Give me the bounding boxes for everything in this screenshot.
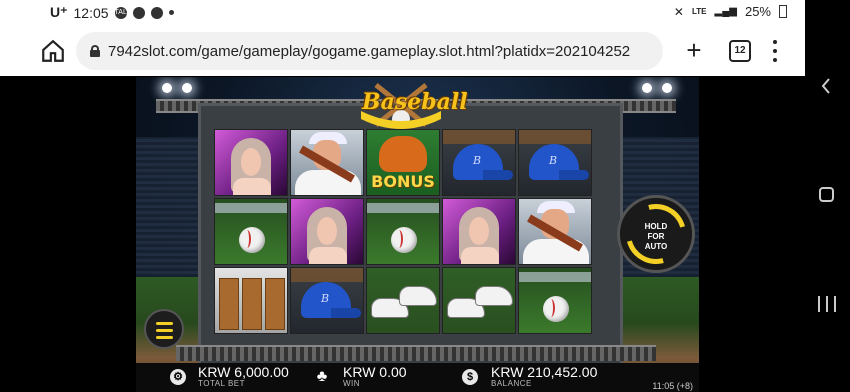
status-time: 12:05 bbox=[73, 4, 109, 21]
reel-symbol-shoes bbox=[442, 267, 516, 334]
game-info-bar: ⚙ KRW 6,000.00 TOTAL BET ♣ KRW 0.00 WIN … bbox=[136, 363, 699, 392]
carrier-label: U⁺ bbox=[50, 4, 68, 20]
hold-for-auto-button[interactable]: HOLD FOR AUTO bbox=[615, 193, 697, 275]
stadium-light bbox=[642, 83, 652, 93]
balance-amount: KRW 210,452.00 bbox=[491, 364, 598, 380]
chat-notification-icon bbox=[150, 6, 163, 19]
status-right: ✕ LTE ▂▄▆ 25% bbox=[674, 4, 787, 19]
win-amount: KRW 0.00 bbox=[343, 364, 407, 380]
frame-bottom-rail bbox=[176, 345, 656, 361]
reel-symbol-player bbox=[518, 198, 592, 265]
reel-symbol-girl bbox=[442, 198, 516, 265]
message-notification-icon bbox=[132, 6, 145, 19]
recent-apps-icon[interactable] bbox=[818, 296, 836, 312]
browser-address-bar: 7942slot.com/game/gameplay/gogame.gamepl… bbox=[0, 26, 805, 76]
reel-symbol-ball bbox=[214, 198, 288, 265]
stadium-light bbox=[662, 83, 672, 93]
total-bet-label: TOTAL BET bbox=[198, 379, 246, 388]
signal-bars-icon: ▂▄▆ bbox=[714, 6, 737, 17]
game-clock: 11:05 (+8) bbox=[652, 381, 693, 391]
chip-icon[interactable]: ⚙ bbox=[170, 369, 186, 385]
reel-symbol-girl bbox=[290, 198, 364, 265]
reel-symbol-locker bbox=[214, 267, 288, 334]
reel-grid[interactable]: BONUS B B B bbox=[214, 129, 613, 339]
more-notifications-icon bbox=[168, 10, 174, 15]
dollar-icon: $ bbox=[462, 369, 478, 385]
balance-label: BALANCE bbox=[491, 379, 532, 388]
reel-symbol-cap: B bbox=[290, 267, 364, 334]
reel-symbol-girl bbox=[214, 129, 288, 196]
reel-symbol-shoes bbox=[366, 267, 440, 334]
total-bet-amount: KRW 6,000.00 bbox=[198, 364, 289, 380]
home-nav-icon[interactable] bbox=[819, 187, 834, 202]
url-field[interactable]: 7942slot.com/game/gameplay/gogame.gamepl… bbox=[76, 32, 663, 70]
url-text: 7942slot.com/game/gameplay/gogame.gamepl… bbox=[108, 42, 631, 60]
reel-symbol-ball bbox=[518, 267, 592, 334]
home-icon[interactable] bbox=[40, 38, 66, 64]
battery-label: 25% bbox=[744, 4, 771, 19]
balance: KRW 210,452.00 BALANCE bbox=[491, 365, 597, 388]
game-menu-button[interactable] bbox=[144, 309, 184, 349]
tabs-icon[interactable]: 12 bbox=[729, 40, 751, 62]
reel-symbol-ball bbox=[366, 198, 440, 265]
total-bet: KRW 6,000.00 TOTAL BET bbox=[198, 365, 289, 388]
win-label: WIN bbox=[343, 379, 361, 388]
back-icon[interactable] bbox=[818, 76, 834, 96]
lock-icon bbox=[90, 45, 100, 57]
reel-symbol-cap: B bbox=[518, 129, 592, 196]
hold-for-auto-label: HOLD FOR AUTO bbox=[644, 222, 668, 251]
plus-icon[interactable]: + bbox=[682, 37, 706, 63]
reel-symbol-bonus: BONUS bbox=[366, 129, 440, 196]
bonus-label: BONUS bbox=[371, 172, 435, 191]
stadium-light bbox=[182, 83, 192, 93]
win: KRW 0.00 WIN bbox=[343, 365, 407, 388]
signal-label: LTE bbox=[691, 7, 707, 16]
status-bar: U⁺ 12:05 TALK ✕ LTE ▂▄▆ 25% bbox=[0, 0, 805, 26]
status-left: U⁺ 12:05 TALK bbox=[50, 4, 174, 21]
reel-symbol-cap: B bbox=[442, 129, 516, 196]
reel-symbol-player bbox=[290, 129, 364, 196]
stadium-light bbox=[162, 83, 172, 93]
game-logo-text: Baseball bbox=[362, 89, 468, 115]
more-vert-icon[interactable] bbox=[772, 40, 778, 62]
battery-icon bbox=[779, 5, 787, 18]
slot-game: Baseball BONUS B B B HOLD FOR AUTO ⚙ KRW 6,… bbox=[136, 77, 699, 392]
talk-notification-icon: TALK bbox=[114, 6, 132, 19]
mute-icon: ✕ bbox=[673, 4, 684, 19]
clover-icon: ♣ bbox=[316, 368, 328, 385]
